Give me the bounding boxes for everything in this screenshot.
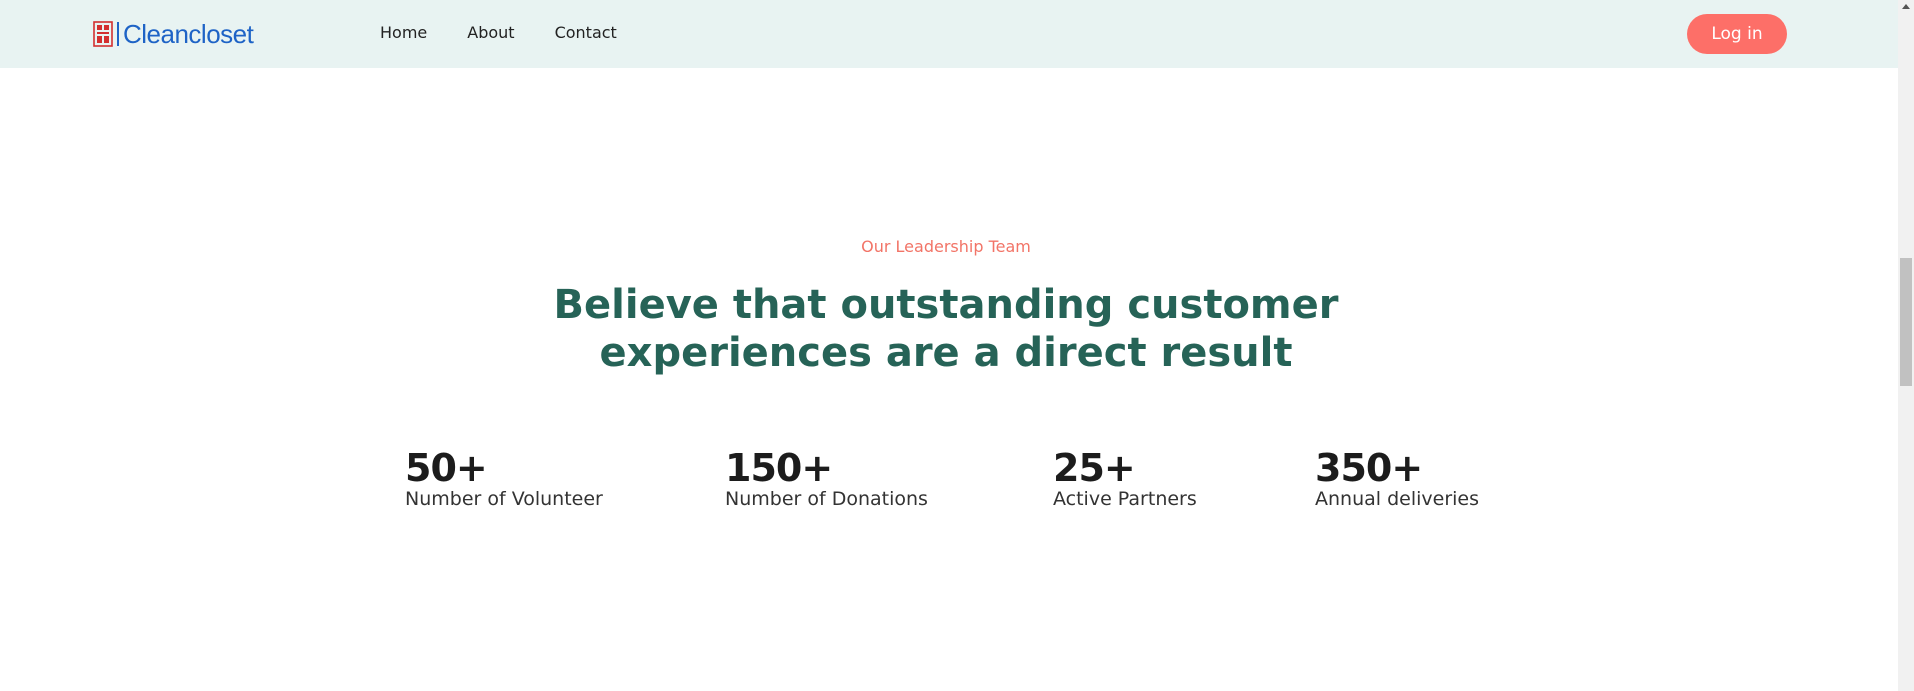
- section-headline: Believe that outstanding customer experi…: [0, 281, 1892, 377]
- stat-label: Active Partners: [1053, 488, 1197, 510]
- logo-text: Cleancloset: [123, 19, 254, 49]
- stat-value: 150+: [725, 446, 833, 490]
- stat-label: Number of Donations: [725, 488, 928, 510]
- stat-volunteers: 50+ Number of Volunteer: [405, 446, 603, 510]
- section-eyebrow: Our Leadership Team: [861, 237, 1031, 256]
- nav-link-contact[interactable]: Contact: [555, 22, 617, 44]
- logo-link[interactable]: Cleancloset: [93, 19, 254, 49]
- scroll-up-arrow-icon[interactable]: [1902, 4, 1910, 9]
- headline-line-1: Believe that outstanding customer: [553, 282, 1339, 328]
- stat-value: 350+: [1315, 446, 1423, 490]
- login-button[interactable]: Log in: [1687, 14, 1787, 54]
- logo-mark-icon: [93, 21, 113, 47]
- headline-line-2: experiences are a direct result: [599, 330, 1293, 376]
- stat-donations: 150+ Number of Donations: [725, 446, 928, 510]
- nav-link-home[interactable]: Home: [380, 22, 427, 44]
- stat-deliveries: 350+ Annual deliveries: [1315, 446, 1479, 510]
- nav-link-about[interactable]: About: [467, 22, 514, 44]
- vertical-scrollbar[interactable]: [1898, 0, 1914, 691]
- scrollbar-thumb[interactable]: [1900, 258, 1912, 386]
- stat-partners: 25+ Active Partners: [1053, 446, 1197, 510]
- stat-value: 25+: [1053, 446, 1136, 490]
- page: Cleancloset Home About Contact Log in Ou…: [0, 0, 1914, 691]
- logo-divider: [117, 22, 119, 46]
- stat-label: Number of Volunteer: [405, 488, 603, 510]
- stat-value: 50+: [405, 446, 488, 490]
- top-navbar: Cleancloset Home About Contact Log in: [0, 0, 1898, 68]
- main-nav: Home About Contact: [380, 22, 617, 44]
- stat-label: Annual deliveries: [1315, 488, 1480, 510]
